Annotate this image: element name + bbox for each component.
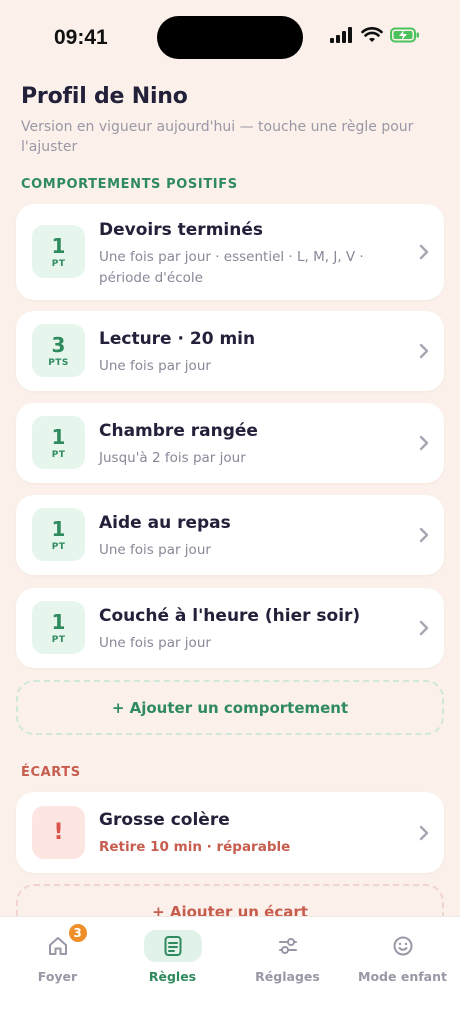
behavior-subtitle: Une fois par jour bbox=[99, 542, 211, 558]
tab-mode-enfant[interactable]: Mode enfant bbox=[345, 917, 460, 997]
behavior-subtitle: Une fois par jour · essentiel · L, M, J,… bbox=[99, 249, 364, 286]
deviation-badge: ! bbox=[32, 806, 85, 859]
chevron-right-icon bbox=[419, 343, 429, 359]
behavior-card[interactable]: 1 PT Chambre rangée Jusqu'à 2 fois par j… bbox=[16, 403, 444, 483]
behavior-subtitle: Une fois par jour bbox=[99, 635, 211, 651]
points-badge: 1 PT bbox=[32, 416, 85, 469]
battery-charging-icon bbox=[390, 27, 419, 43]
sliders-icon bbox=[278, 938, 297, 954]
chevron-right-icon bbox=[419, 244, 429, 260]
behavior-card[interactable]: 1 PT Aide au repas Une fois par jour bbox=[16, 495, 444, 575]
deviation-title: Grosse colère bbox=[99, 810, 230, 830]
tab-label: Réglages bbox=[255, 969, 320, 984]
add-behavior-button[interactable]: + Ajouter un comportement bbox=[16, 680, 444, 735]
wifi-icon bbox=[361, 27, 383, 42]
points-value: 1 bbox=[51, 516, 66, 541]
points-value: 3 bbox=[51, 332, 66, 357]
tab-label: Mode enfant bbox=[358, 969, 447, 984]
behavior-subtitle: Jusqu'à 2 fois par jour bbox=[99, 450, 246, 466]
exclamation-icon: ! bbox=[53, 820, 64, 845]
points-unit: PTS bbox=[48, 357, 69, 368]
tab-reglages[interactable]: Réglages bbox=[230, 917, 345, 997]
section-label-negative: ÉCARTS bbox=[21, 765, 81, 780]
behavior-card[interactable]: 1 PT Devoirs terminés Une fois par jour … bbox=[16, 204, 444, 300]
tab-label: Foyer bbox=[37, 969, 78, 984]
points-unit: PT bbox=[51, 258, 66, 269]
points-badge: 1 PT bbox=[32, 601, 85, 654]
behavior-title: Couché à l'heure (hier soir) bbox=[99, 606, 361, 626]
status-bar: 09:41 bbox=[0, 0, 460, 78]
deviation-card[interactable]: ! Grosse colère Retire 10 min · réparabl… bbox=[16, 792, 444, 873]
points-unit: PT bbox=[51, 449, 66, 460]
page-header: Profil de Nino Version en vigueur aujour… bbox=[21, 84, 441, 157]
status-icons bbox=[330, 27, 420, 43]
smiley-icon bbox=[393, 936, 412, 956]
points-unit: PT bbox=[51, 634, 66, 645]
points-badge: 1 PT bbox=[32, 508, 85, 561]
deviation-subtitle: Retire 10 min · réparable bbox=[99, 839, 291, 855]
chevron-right-icon bbox=[419, 620, 429, 636]
page-subtitle: Version en vigueur aujourd'hui — touche … bbox=[21, 119, 414, 155]
notification-badge: 3 bbox=[66, 922, 89, 944]
page-title: Profil de Nino bbox=[21, 84, 188, 109]
chevron-right-icon bbox=[419, 527, 429, 543]
home-icon bbox=[48, 937, 67, 955]
tab-regles[interactable]: Règles bbox=[115, 917, 230, 997]
signal-icon bbox=[330, 27, 352, 43]
points-badge: 1 PT bbox=[32, 225, 85, 278]
section-label-positive: COMPORTEMENTS POSITIFS bbox=[21, 177, 238, 192]
behavior-card[interactable]: 3 PTS Lecture · 20 min Une fois par jour bbox=[16, 311, 444, 391]
chevron-right-icon bbox=[419, 825, 429, 841]
dynamic-island bbox=[157, 16, 303, 59]
rules-icon bbox=[164, 936, 181, 956]
points-value: 1 bbox=[51, 233, 66, 258]
behavior-title: Aide au repas bbox=[99, 513, 231, 533]
points-badge: 3 PTS bbox=[32, 324, 85, 377]
behavior-card[interactable]: 1 PT Couché à l'heure (hier soir) Une fo… bbox=[16, 588, 444, 668]
behavior-title: Devoirs terminés bbox=[99, 220, 263, 240]
points-value: 1 bbox=[51, 609, 66, 634]
behavior-subtitle: Une fois par jour bbox=[99, 358, 211, 374]
tab-foyer[interactable]: 3 Foyer bbox=[0, 917, 115, 997]
tab-bar: 3 Foyer Règles Réglages Mode enfant bbox=[0, 916, 460, 1022]
chevron-right-icon bbox=[419, 435, 429, 451]
behavior-title: Chambre rangée bbox=[99, 421, 258, 441]
behavior-title: Lecture · 20 min bbox=[99, 329, 256, 349]
points-unit: PT bbox=[51, 541, 66, 552]
tab-label: Règles bbox=[148, 969, 197, 984]
points-value: 1 bbox=[51, 424, 66, 449]
status-time: 09:41 bbox=[54, 26, 108, 49]
